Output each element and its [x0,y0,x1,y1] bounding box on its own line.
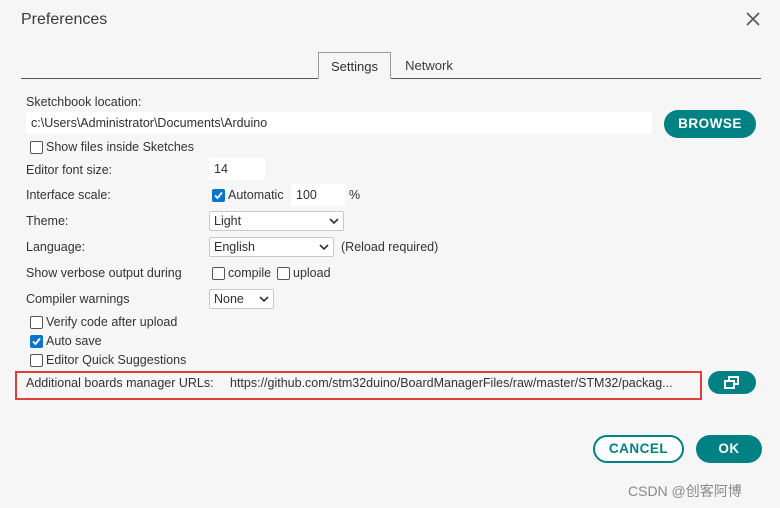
compiler-warnings-label: Compiler warnings [26,292,130,306]
close-icon[interactable] [744,10,762,28]
reload-required-note: (Reload required) [341,240,439,254]
sketchbook-location-input[interactable] [26,112,652,134]
chevron-down-icon [319,244,329,251]
language-select[interactable]: English [209,237,334,257]
interface-scale-input[interactable] [291,184,345,206]
quick-suggestions-label: Editor Quick Suggestions [46,353,187,367]
compiler-warnings-select[interactable]: None [209,289,274,309]
quick-suggestions-checkbox[interactable] [30,354,43,367]
boards-manager-urls-input[interactable]: https://github.com/stm32duino/BoardManag… [230,376,696,390]
chevron-down-icon [329,218,339,225]
checkmark-icon [32,337,41,346]
browse-button[interactable]: BROWSE [664,110,756,138]
verify-code-label: Verify code after upload [46,315,178,329]
auto-save-checkbox[interactable] [30,335,43,348]
sketchbook-location-label: Sketchbook location: [26,95,142,109]
compile-label: compile [228,266,272,280]
language-selected-value: English [214,240,255,254]
dialog-title: Preferences [21,11,108,28]
compiler-warnings-selected-value: None [214,292,244,306]
interface-scale-label: Interface scale: [26,188,111,202]
checkmark-icon [214,191,223,200]
automatic-checkbox[interactable] [212,189,225,202]
automatic-label: Automatic [228,188,284,202]
percent-unit: % [349,188,361,202]
ok-button[interactable]: OK [696,435,762,463]
theme-label: Theme: [26,214,69,228]
chevron-down-icon [259,296,269,303]
verify-code-checkbox[interactable] [30,316,43,329]
boards-manager-urls-label: Additional boards manager URLs: [26,376,214,390]
upload-checkbox[interactable] [277,267,290,280]
tab-divider [21,78,761,79]
tab-settings[interactable]: Settings [318,52,391,79]
auto-save-label: Auto save [46,334,102,348]
editor-font-size-input[interactable] [209,158,265,180]
show-files-label: Show files inside Sketches [46,140,194,154]
verbose-output-label: Show verbose output during [26,266,182,280]
windows-icon [724,376,739,389]
watermark: CSDN @创客阿博 [628,483,742,499]
language-label: Language: [26,240,86,254]
upload-label: upload [293,266,331,280]
show-files-checkbox[interactable] [30,141,43,154]
cancel-button[interactable]: CANCEL [593,435,684,463]
tab-network[interactable]: Network [394,52,464,79]
edit-urls-button[interactable] [708,371,756,394]
compile-checkbox[interactable] [212,267,225,280]
theme-select[interactable]: Light [209,211,344,231]
theme-selected-value: Light [214,214,242,228]
editor-font-size-label: Editor font size: [26,163,113,177]
